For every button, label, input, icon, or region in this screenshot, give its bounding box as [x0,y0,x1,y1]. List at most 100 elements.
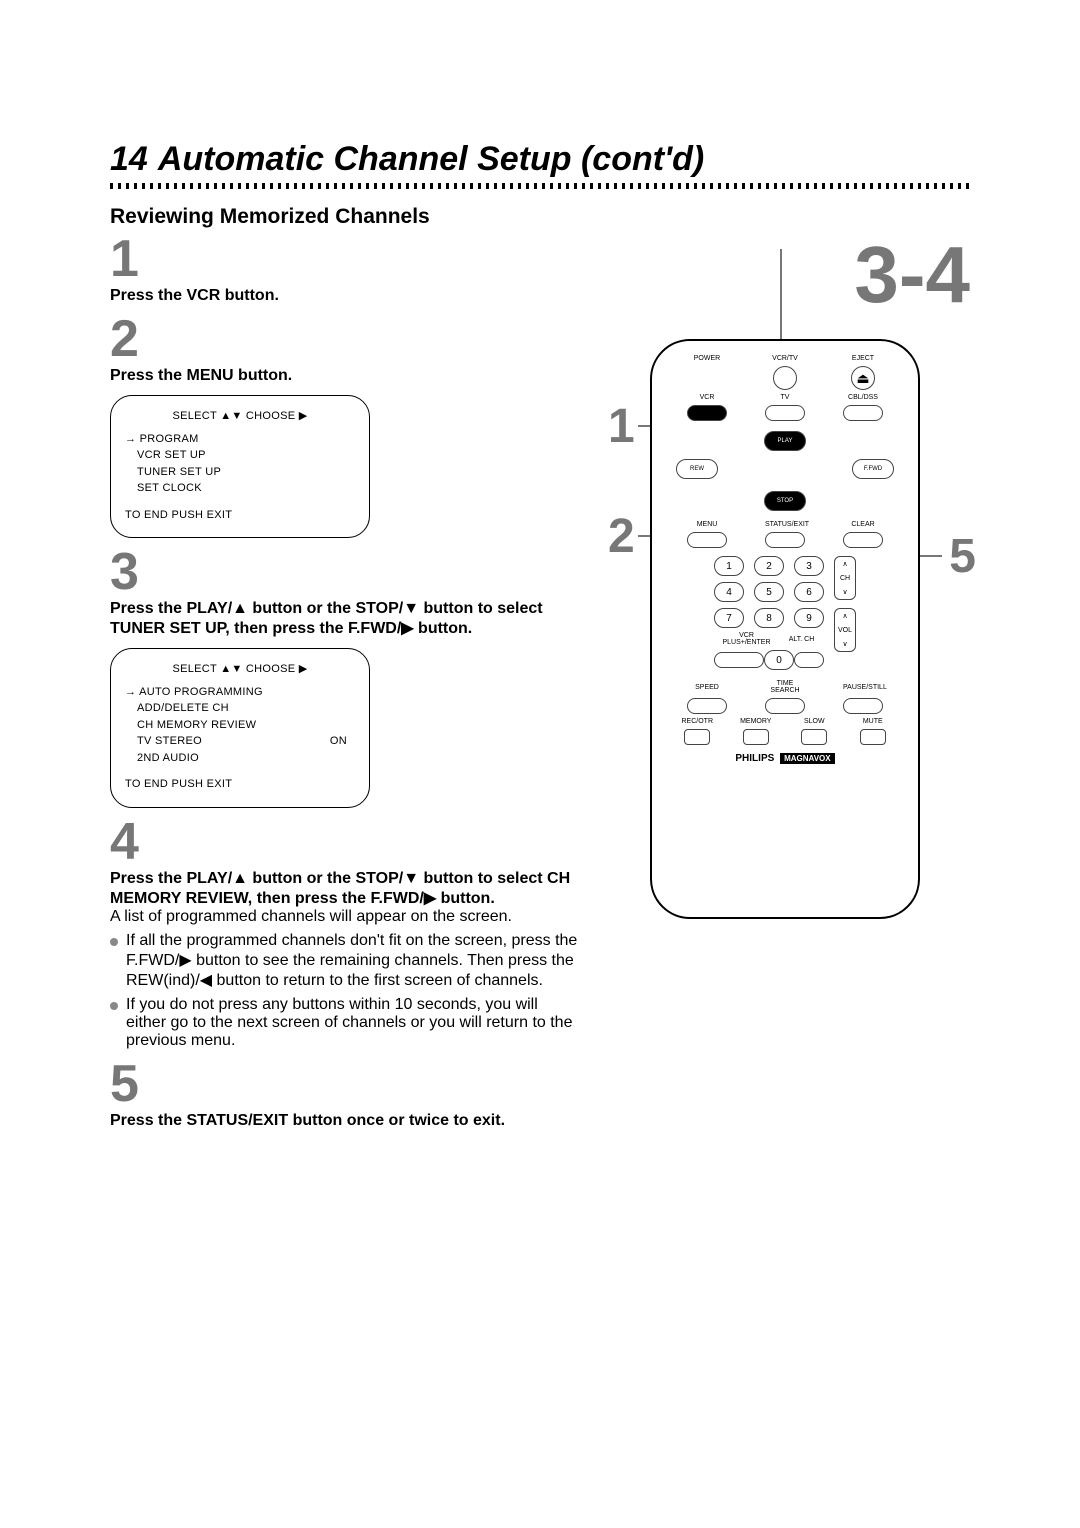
bullet-1: If all the programmed channels don't fit… [110,932,580,990]
num-0[interactable]: 0 [764,650,794,670]
altch-button[interactable] [794,652,824,668]
number-pad: 1 2 3 4 5 6 7 8 9 [714,556,824,628]
down-icon: ∨ [842,588,847,596]
osd1-line2: VCR SET UP [125,447,355,464]
brand-row: PHILIPS MAGNAVOX [668,753,902,764]
spacer [695,371,719,385]
osd1-line1: PROGRAM [125,431,355,448]
section-subtitle: Reviewing Memorized Channels [110,205,970,229]
osd-screen-1: SELECT ▲▼ CHOOSE ▶ PROGRAM VCR SET UP TU… [110,395,370,538]
tv-button[interactable] [765,405,805,421]
rew-button[interactable]: REW [676,459,718,479]
vcrplus-button[interactable] [714,652,764,668]
play-button[interactable]: PLAY [764,431,806,451]
memory-button[interactable] [743,729,769,745]
osd1-footer: TO END PUSH EXIT [125,507,355,524]
speed-button[interactable] [687,698,727,714]
num-2[interactable]: 2 [754,556,784,576]
rec-button[interactable] [684,729,710,745]
callout-1: 1 [608,399,635,454]
step-number-1: 1 [110,233,580,285]
label-altch: ALT. CH [782,636,822,643]
label-vol: VOL [838,627,852,634]
callout-line [780,249,782,349]
step-number-4: 4 [110,816,580,868]
label-speed: SPEED [687,684,727,691]
eject-button[interactable]: ⏏ [851,366,875,390]
up-icon: ∧ [842,612,847,620]
bullet-2-text: If you do not press any buttons within 1… [126,996,580,1050]
step-2-text: Press the MENU button. [110,367,580,385]
num-6[interactable]: 6 [794,582,824,602]
step-3-text: Press the PLAY/▲ button or the STOP/▼ bu… [110,600,580,638]
osd2-footer: TO END PUSH EXIT [125,776,355,793]
vcr-button[interactable] [687,405,727,421]
eject-icon: ⏏ [856,370,869,387]
num-5[interactable]: 5 [754,582,784,602]
bullet-1-text: If all the programmed channels don't fit… [126,932,580,990]
bullet-icon [110,938,118,946]
stop-button[interactable]: STOP [764,491,806,511]
label-ch: CH [840,575,850,582]
label-pause: PAUSE/STILL [843,684,883,691]
cbldss-button[interactable] [843,405,883,421]
label-timesearch: TIME SEARCH [765,680,805,694]
down-icon: ∨ [842,640,847,648]
osd2-line5: 2ND AUDIO [125,750,355,767]
num-9[interactable]: 9 [794,608,824,628]
menu-button[interactable] [687,532,727,548]
num-3[interactable]: 3 [794,556,824,576]
pause-button[interactable] [843,698,883,714]
dotted-rule [110,183,970,189]
remote-control: POWER VCR/TV EJECT ⏏ VCR TV CBL/DSS [650,339,920,919]
label-mute: MUTE [853,718,893,725]
num-1[interactable]: 1 [714,556,744,576]
label-vcrtv: VCR/TV [765,355,805,362]
vcrtv-button[interactable] [773,366,797,390]
big-step-range: 3-4 [854,229,970,321]
brand-philips: PHILIPS [735,753,774,764]
num-7[interactable]: 7 [714,608,744,628]
label-memory: MEMORY [736,718,776,725]
osd2-line2: ADD/DELETE CH [125,700,355,717]
bullet-2: If you do not press any buttons within 1… [110,996,580,1050]
osd-screen-2: SELECT ▲▼ CHOOSE ▶ AUTO PROGRAMMING ADD/… [110,648,370,808]
callout-5: 5 [949,529,976,584]
step-4-desc: A list of programmed channels will appea… [110,908,580,926]
label-slow: SLOW [794,718,834,725]
channel-rocker[interactable]: ∧ CH ∨ [834,556,856,600]
slow-button[interactable] [801,729,827,745]
step-4-text: Press the PLAY/▲ button or the STOP/▼ bu… [110,870,580,908]
label-cbldss: CBL/DSS [843,394,883,401]
label-rec: REC/OTR [677,718,717,725]
step-1-text: Press the VCR button. [110,287,580,305]
status-exit-button[interactable] [765,532,805,548]
label-eject: EJECT [843,355,883,362]
up-icon: ∧ [842,560,847,568]
callout-2: 2 [608,509,635,564]
label-tv: TV [765,394,805,401]
num-4[interactable]: 4 [714,582,744,602]
page-title: Automatic Channel Setup (cont'd) [158,140,704,179]
label-clear: CLEAR [843,521,883,528]
clear-button[interactable] [843,532,883,548]
osd2-header: SELECT ▲▼ CHOOSE ▶ [125,661,355,678]
page-number: 14 [110,140,148,179]
num-8[interactable]: 8 [754,608,784,628]
osd2-line4: TV STEREOON [125,733,355,750]
timesearch-button[interactable] [765,698,805,714]
remote-column: 3-4 1 2 5 POWER VCR/TV EJECT ⏏ [610,229,970,1130]
step-number-3: 3 [110,546,580,598]
volume-rocker[interactable]: ∧ VOL ∨ [834,608,856,652]
step-5-text: Press the STATUS/EXIT button once or twi… [110,1112,580,1130]
osd1-line4: SET CLOCK [125,480,355,497]
label-status: STATUS/EXIT [765,521,805,528]
label-power: POWER [687,355,727,362]
osd2-line3: CH MEMORY REVIEW [125,717,355,734]
ffwd-button[interactable]: F.FWD [852,459,894,479]
mute-button[interactable] [860,729,886,745]
osd2-line1: AUTO PROGRAMMING [125,684,355,701]
bullet-icon [110,1002,118,1010]
steps-column: 1 Press the VCR button. 2 Press the MENU… [110,229,580,1130]
label-vcr: VCR [687,394,727,401]
